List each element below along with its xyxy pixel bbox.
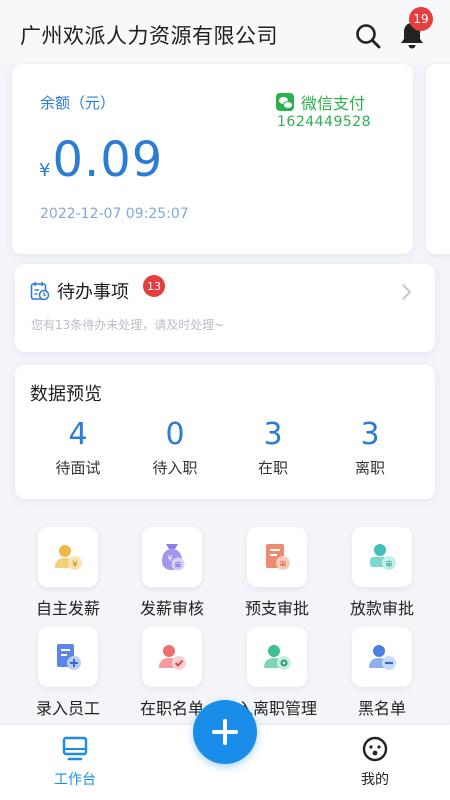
add-employee-icon — [57, 644, 81, 670]
currency-symbol: ¥ — [39, 160, 51, 181]
data-overview-title: 数据预览 — [30, 384, 102, 405]
stat-label: 待面试 — [55, 459, 101, 477]
menu-self-payroll[interactable]: ¥ 自主发薪 — [23, 527, 113, 619]
svg-text:审: 审 — [386, 560, 393, 569]
active-staff-icon — [159, 645, 186, 670]
stat-label: 待入职 — [152, 459, 198, 477]
blacklist-icon — [369, 645, 396, 670]
stat-label: 在职 — [257, 459, 288, 477]
app-header: 广州欢派人力资源有限公司 19 — [0, 0, 450, 64]
stat-value: 4 — [68, 417, 88, 452]
search-icon[interactable] — [354, 22, 382, 50]
menu-tile — [142, 627, 202, 687]
payroll-review-icon: 审 ¥ — [162, 544, 185, 571]
menu-tile: ¥ — [38, 527, 98, 587]
stat-value: 0 — [165, 417, 185, 452]
menu-tile — [352, 627, 412, 687]
menu-tile: 审 — [247, 527, 307, 587]
svg-text:¥: ¥ — [72, 560, 78, 570]
nav-mine-label: 我的 — [361, 772, 389, 788]
stat-pending-interview[interactable]: 4 待面试 — [38, 417, 118, 478]
menu-payroll-review[interactable]: 审 ¥ 发薪审核 — [127, 527, 217, 619]
next-card-peek[interactable] — [426, 64, 450, 254]
payment-account-id: 1624449528 — [277, 114, 372, 130]
todo-badge: 13 — [143, 275, 165, 297]
menu-tile — [247, 627, 307, 687]
nav-mine[interactable]: 我的 — [335, 735, 415, 789]
amount-value: 0.09 — [52, 132, 164, 188]
company-name: 广州欢派人力资源有限公司 — [20, 24, 278, 48]
monitor-icon — [62, 736, 88, 761]
menu-tile: 审 ¥ — [142, 527, 202, 587]
menu-onboarding-management[interactable]: 入离职管理 — [232, 627, 322, 719]
menu-label: 自主发薪 — [35, 599, 100, 618]
balance-label: 余额（元） — [40, 94, 116, 112]
stat-resigned[interactable]: 3 离职 — [330, 417, 410, 478]
notification-badge: 19 — [409, 7, 433, 31]
loan-approval-icon: 审 — [370, 544, 396, 570]
profile-face-icon — [362, 736, 388, 762]
menu-label: 预支审批 — [244, 599, 309, 618]
payment-method: 微信支付 — [276, 90, 365, 114]
add-button[interactable] — [193, 700, 257, 764]
menu-tile — [38, 627, 98, 687]
data-overview-card: 数据预览 4 待面试 0 待入职 3 在职 3 离职 — [15, 365, 435, 499]
menu-add-employee[interactable]: 录入员工 — [23, 627, 113, 719]
balance-timestamp: 2022-12-07 09:25:07 — [40, 206, 189, 222]
onboarding-management-icon — [264, 645, 291, 670]
todo-title: 待办事项 — [57, 282, 129, 303]
balance-card[interactable]: 余额（元） 微信支付 1624449528 ¥ 0.09 2022-12-07 … — [12, 64, 413, 254]
menu-label: 录入员工 — [35, 699, 100, 718]
menu-label: 黑名单 — [357, 699, 406, 718]
todo-card[interactable]: 待办事项 13 您有13条待办未处理，请及时处理~ — [15, 264, 435, 352]
stat-label: 离职 — [354, 459, 385, 477]
menu-active-staff[interactable]: 在职名单 — [127, 627, 217, 719]
nav-workbench[interactable]: 工作台 — [35, 735, 115, 789]
balance-amount: ¥ 0.09 — [39, 132, 163, 188]
menu-tile: 审 — [352, 527, 412, 587]
menu-label: 放款审批 — [349, 599, 414, 618]
stat-pending-onboard[interactable]: 0 待入职 — [135, 417, 215, 478]
menu-label: 发薪审核 — [139, 599, 204, 618]
svg-text:¥: ¥ — [167, 554, 172, 563]
menu-loan-approval[interactable]: 审 放款审批 — [337, 527, 427, 619]
svg-text:审: 审 — [280, 560, 287, 569]
self-payroll-icon: ¥ — [55, 545, 82, 570]
payment-method-label: 微信支付 — [301, 94, 366, 113]
calendar-clock-icon — [30, 282, 50, 301]
stat-value: 3 — [263, 417, 283, 452]
nav-workbench-label: 工作台 — [54, 772, 96, 788]
menu-advance-approval[interactable]: 审 预支审批 — [232, 527, 322, 619]
stat-employed[interactable]: 3 在职 — [233, 417, 313, 478]
chevron-right-icon[interactable] — [400, 282, 414, 302]
todo-subtitle: 您有13条待办未处理，请及时处理~ — [31, 318, 225, 332]
svg-text:审: 审 — [175, 561, 182, 570]
wechat-pay-icon — [276, 93, 294, 111]
stat-value: 3 — [360, 417, 380, 452]
menu-blacklist[interactable]: 黑名单 — [337, 627, 427, 719]
advance-approval-icon: 审 — [266, 544, 290, 570]
